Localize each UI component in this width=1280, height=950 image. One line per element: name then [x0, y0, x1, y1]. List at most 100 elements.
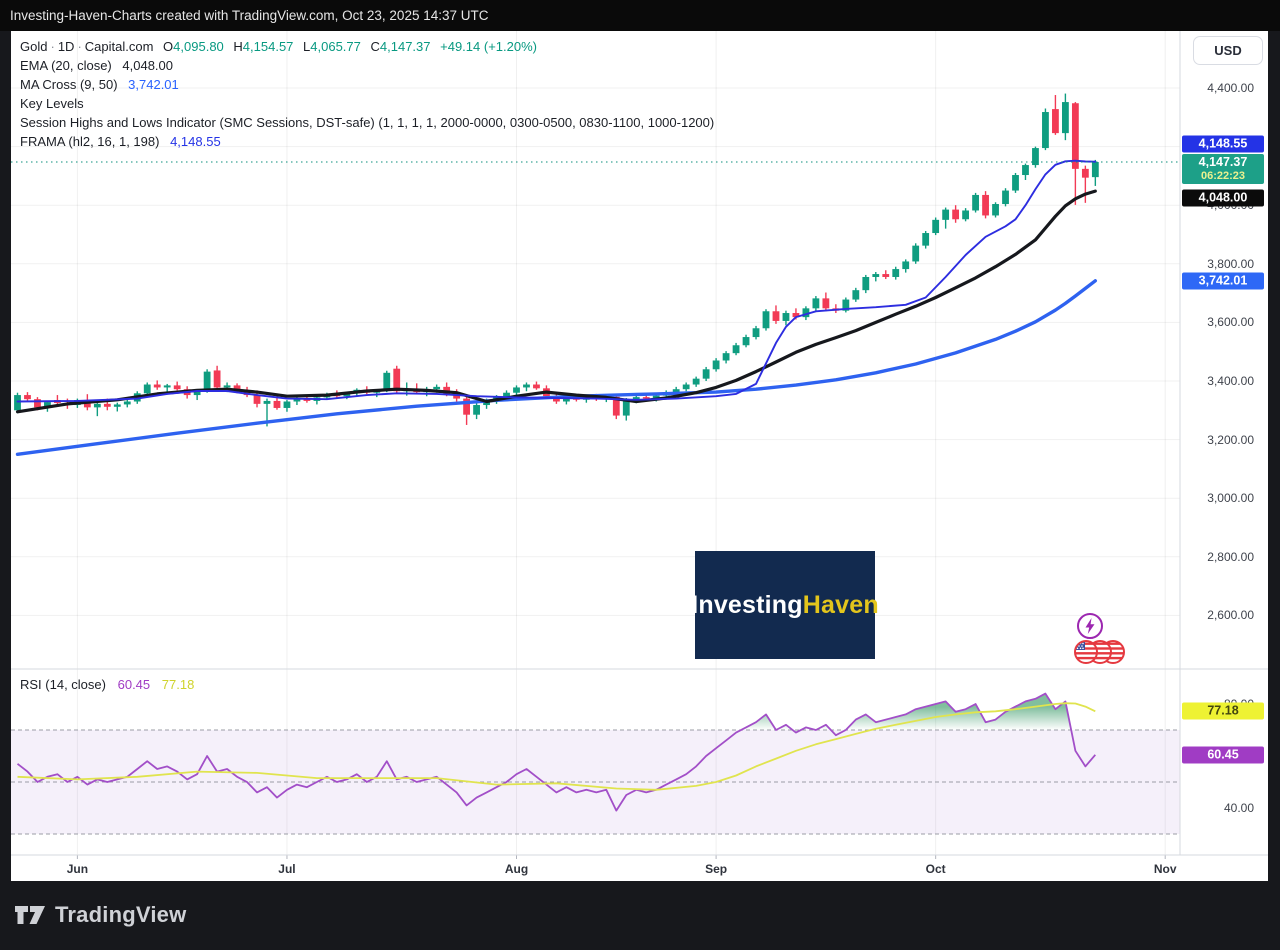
low-value: 4,065.77 [310, 39, 361, 54]
candle [972, 195, 979, 211]
candle [813, 298, 820, 308]
candle [942, 210, 949, 220]
indicator-row-macross[interactable]: MA Cross (9, 50) 3,742.01 [20, 75, 714, 94]
price-axis-tick[interactable]: 2,800.00 [1207, 550, 1254, 564]
snapshot-title: Investing-Haven-Charts created with Trad… [10, 8, 489, 23]
page-footer: TradingView [0, 881, 1280, 950]
candle [1092, 162, 1099, 177]
time-axis-month-label[interactable]: Aug [505, 862, 528, 876]
chart-canvas[interactable] [11, 31, 1268, 881]
candle [882, 274, 889, 277]
candle [214, 370, 221, 387]
time-axis-month-label[interactable]: Nov [1154, 862, 1177, 876]
symbol-row[interactable]: Gold·1D·Capital.com O4,095.80 H4,154.57 … [20, 37, 714, 56]
candle [174, 385, 181, 389]
watermark-part1: Investing [691, 591, 803, 619]
candle [114, 404, 121, 406]
candle [932, 220, 939, 233]
indicator-row-sessions[interactable]: Session Highs and Lows Indicator (SMC Se… [20, 113, 714, 132]
time-axis-month-label[interactable]: Oct [926, 862, 946, 876]
indicator-value: 4,048.00 [122, 58, 173, 73]
price-axis-tick[interactable]: 2,600.00 [1207, 608, 1254, 622]
candle [992, 204, 999, 215]
candle [703, 369, 710, 378]
high-value: 4,154.57 [243, 39, 294, 54]
candle [623, 400, 630, 416]
candle [1052, 109, 1059, 133]
rsi-indicator-name: RSI (14, close) [20, 677, 106, 692]
indicator-name: FRAMA (hl2, 16, 1, 198) [20, 134, 159, 149]
price-scale-label: 4,147.3706:22:23 [1182, 154, 1264, 184]
candle [383, 373, 390, 391]
candle [224, 385, 231, 387]
time-axis-month-label[interactable]: Sep [705, 862, 727, 876]
symbol-exchange[interactable]: Capital.com [85, 39, 154, 54]
candle [892, 269, 899, 277]
candle [94, 404, 101, 408]
tradingview-logo[interactable]: TradingView [14, 902, 186, 928]
candle [822, 298, 829, 308]
investinghaven-watermark: InvestingHaven [695, 551, 875, 659]
price-axis-tick[interactable]: 3,200.00 [1207, 433, 1254, 447]
snapshot-title-bar: Investing-Haven-Charts created with Trad… [0, 0, 1280, 31]
candle [264, 401, 271, 404]
event-us-flags-icon[interactable] [1072, 637, 1128, 672]
rsi-axis-tick[interactable]: 40.00 [1224, 801, 1254, 815]
candle [1042, 112, 1049, 148]
candle [1012, 175, 1019, 191]
candle [743, 337, 750, 345]
price-axis-tick[interactable]: 3,800.00 [1207, 257, 1254, 271]
candle [14, 395, 21, 410]
indicator-name: EMA (20, close) [20, 58, 112, 73]
currency-label: USD [1214, 43, 1241, 58]
rsi-scale-label: 60.45 [1182, 747, 1264, 764]
candle [783, 313, 790, 321]
candle [144, 385, 151, 394]
time-axis-month-label[interactable]: Jun [67, 862, 88, 876]
candle [473, 405, 480, 415]
candle [952, 210, 959, 220]
rsi-legend[interactable]: RSI (14, close) 60.45 77.18 [20, 677, 194, 692]
candle [962, 210, 969, 219]
candle [24, 395, 31, 399]
candle [1072, 103, 1079, 169]
indicator-row-frama[interactable]: FRAMA (hl2, 16, 1, 198) 4,148.55 [20, 132, 714, 151]
candle [254, 395, 261, 404]
indicator-value: 3,742.01 [128, 77, 179, 92]
currency-toggle-button[interactable]: USD [1193, 36, 1263, 65]
candle [713, 360, 720, 369]
price-axis-tick[interactable]: 3,600.00 [1207, 315, 1254, 329]
candle [154, 385, 161, 388]
rsi-ma-value: 77.18 [162, 677, 195, 692]
change-value: +49.14 (+1.20%) [440, 39, 537, 54]
close-value: 4,147.37 [380, 39, 431, 54]
indicator-row-keylevels[interactable]: Key Levels [20, 94, 714, 113]
close-label: C [371, 39, 380, 54]
tradingview-logo-icon [14, 904, 46, 926]
time-axis-month-label[interactable]: Jul [278, 862, 295, 876]
candle [164, 385, 171, 387]
candle [852, 290, 859, 299]
candle [912, 246, 919, 262]
rsi-scale-label: 77.18 [1182, 703, 1264, 720]
candle [773, 311, 780, 321]
indicator-row-ema[interactable]: EMA (20, close) 4,048.00 [20, 56, 714, 75]
tradingview-snapshot: Investing-Haven-Charts created with Trad… [0, 0, 1280, 950]
high-label: H [233, 39, 242, 54]
chart-legend: Gold·1D·Capital.com O4,095.80 H4,154.57 … [20, 37, 714, 151]
price-axis-tick[interactable]: 3,000.00 [1207, 491, 1254, 505]
candle [533, 385, 540, 389]
candle [693, 379, 700, 385]
symbol-interval[interactable]: 1D [58, 39, 75, 54]
candle [763, 311, 770, 328]
candle [1082, 169, 1089, 178]
price-axis-tick[interactable]: 4,400.00 [1207, 81, 1254, 95]
watermark-part2: Haven [803, 591, 879, 619]
candle [862, 277, 869, 290]
symbol-name[interactable]: Gold [20, 39, 47, 54]
price-scale-label: 4,148.55 [1182, 136, 1264, 153]
chart-panel: Gold·1D·Capital.com O4,095.80 H4,154.57 … [11, 31, 1268, 881]
rsi-value: 60.45 [118, 677, 151, 692]
candle [683, 385, 690, 390]
price-axis-tick[interactable]: 3,400.00 [1207, 374, 1254, 388]
